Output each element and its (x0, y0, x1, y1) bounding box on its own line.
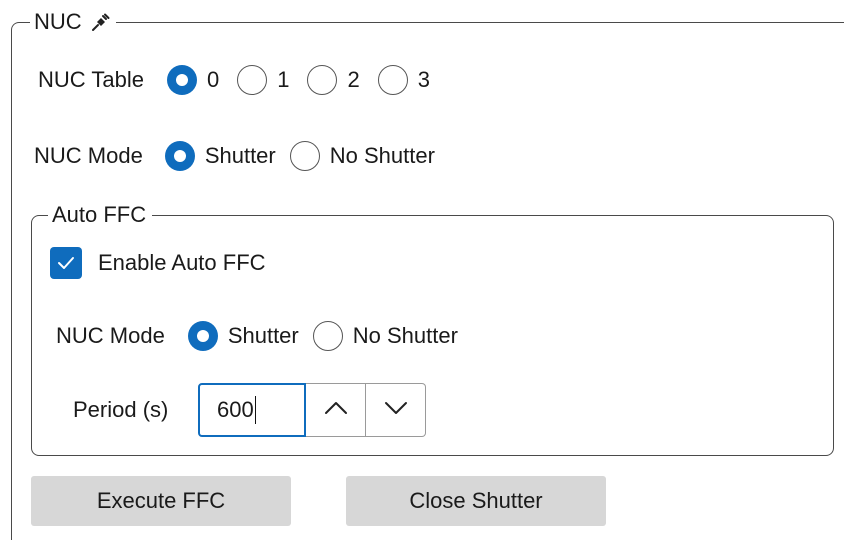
nuc-table-option-1[interactable]: 1 (237, 65, 289, 95)
radio-unselected-icon[interactable] (237, 65, 268, 95)
nuc-table-label: NUC Table (38, 67, 144, 92)
nuc-table-option-0[interactable]: 0 (166, 65, 219, 95)
radio-selected-icon[interactable] (164, 141, 195, 171)
enable-auto-ffc-checkbox[interactable]: Enable Auto FFC (50, 247, 266, 279)
nuc-group-legend: NUC (30, 8, 116, 36)
period-decrement-button[interactable] (366, 383, 426, 437)
period-increment-button[interactable] (306, 383, 366, 437)
auto-ffc-nuc-mode-row: NUC Mode Shutter No Shutter (56, 321, 458, 351)
auto-ffc-nuc-mode-option-shutter[interactable]: Shutter (187, 321, 299, 351)
radio-selected-icon[interactable] (187, 321, 218, 351)
chevron-up-icon (324, 401, 348, 420)
nuc-group-title: NUC (34, 9, 82, 34)
checkmark-icon[interactable] (50, 247, 82, 279)
text-caret (254, 396, 257, 424)
nuc-table-row: NUC Table 0 1 2 3 (38, 65, 430, 95)
period-input[interactable]: 600 (198, 383, 306, 437)
period-spinbox: 600 (198, 383, 426, 437)
nuc-mode-option-no-shutter[interactable]: No Shutter (289, 141, 435, 171)
auto-ffc-group-title: Auto FFC (48, 201, 153, 229)
period-label: Period (s) (73, 397, 169, 422)
nuc-panel: NUC NUC Table 0 1 2 3 NUC Mode Shutter N… (0, 0, 844, 540)
radio-unselected-icon[interactable] (307, 65, 338, 95)
chevron-down-icon (384, 401, 408, 420)
enable-auto-ffc-label: Enable Auto FFC (98, 250, 266, 275)
radio-selected-icon[interactable] (166, 65, 197, 95)
period-value: 600 (217, 397, 254, 422)
nuc-mode-option-shutter[interactable]: Shutter (164, 141, 276, 171)
plug-icon (90, 12, 110, 32)
auto-ffc-nuc-mode-label: NUC Mode (56, 323, 165, 348)
execute-ffc-button[interactable]: Execute FFC (31, 476, 291, 526)
auto-ffc-nuc-mode-option-no-shutter[interactable]: No Shutter (312, 321, 458, 351)
radio-unselected-icon[interactable] (289, 141, 320, 171)
radio-unselected-icon[interactable] (312, 321, 343, 351)
nuc-table-option-3[interactable]: 3 (377, 65, 430, 95)
close-shutter-button[interactable]: Close Shutter (346, 476, 606, 526)
nuc-table-option-2[interactable]: 2 (307, 65, 360, 95)
radio-unselected-icon[interactable] (377, 65, 408, 95)
nuc-mode-row: NUC Mode Shutter No Shutter (34, 141, 435, 171)
nuc-mode-label: NUC Mode (34, 143, 143, 168)
